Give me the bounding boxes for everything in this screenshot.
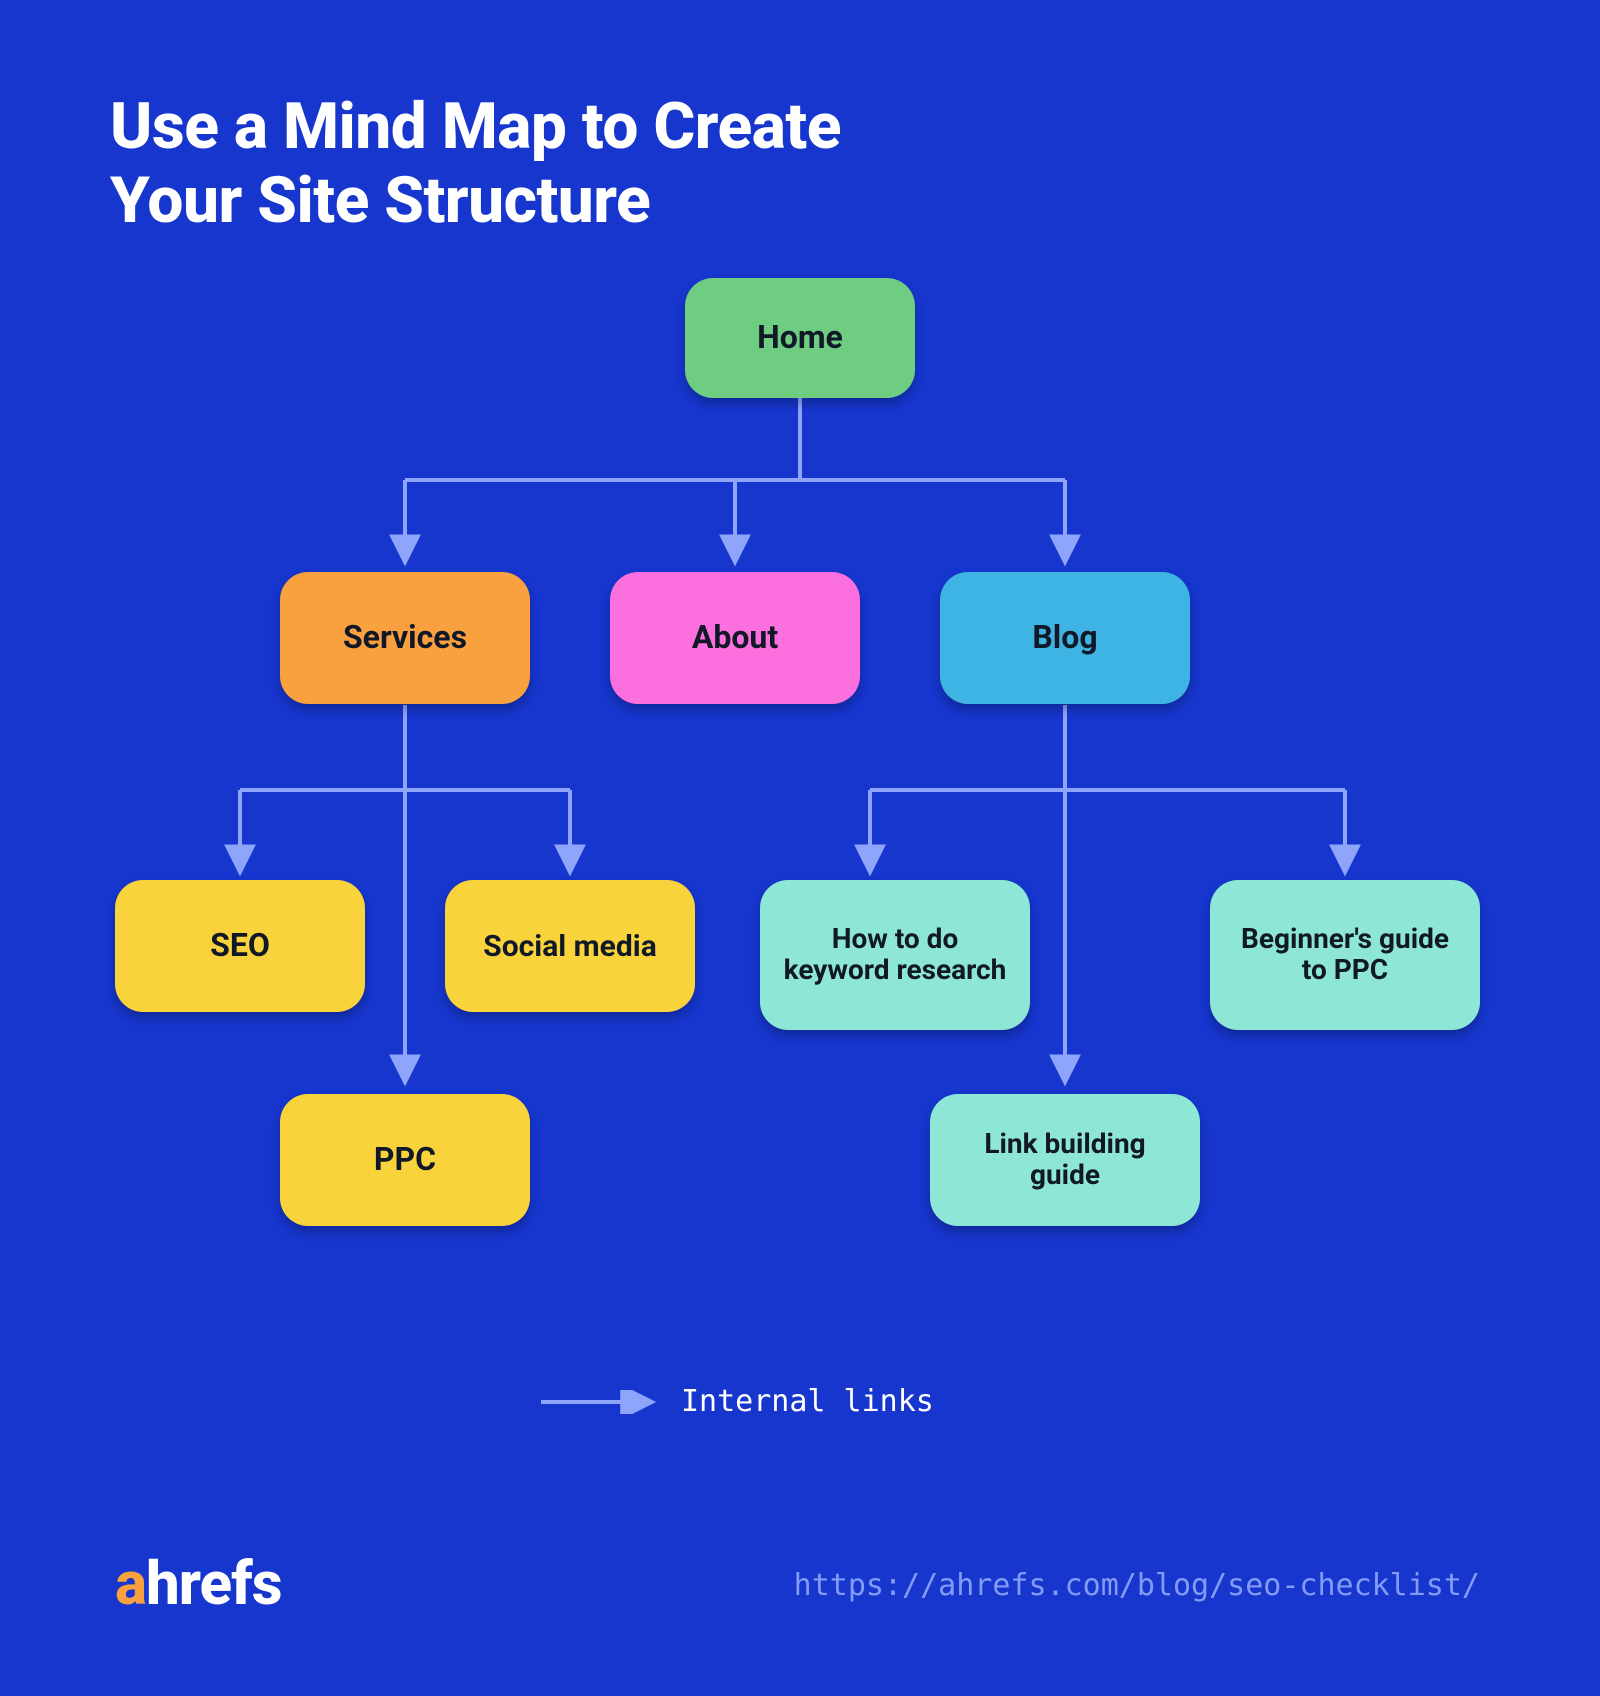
connector-lines: [0, 0, 1600, 1696]
node-ppc: PPC: [280, 1094, 530, 1226]
legend-label: Internal links: [681, 1384, 934, 1419]
node-about: About: [610, 572, 860, 704]
arrow-right-icon: [539, 1390, 659, 1414]
diagram-canvas: Use a Mind Map to Create Your Site Struc…: [0, 0, 1600, 1696]
node-blog: Blog: [940, 572, 1190, 704]
page-title: Use a Mind Map to Create Your Site Struc…: [110, 90, 841, 237]
node-home: Home: [685, 278, 915, 398]
logo-rest: hrefs: [146, 1548, 281, 1619]
node-beginners-guide: Beginner's guide to PPC: [1210, 880, 1480, 1030]
logo-a: a: [115, 1548, 146, 1619]
source-url: https://ahrefs.com/blog/seo-checklist/: [794, 1568, 1480, 1603]
node-keyword-research: How to do keyword research: [760, 880, 1030, 1030]
node-social-media: Social media: [445, 880, 695, 1012]
legend: Internal links: [539, 1384, 934, 1419]
ahrefs-logo: ahrefs: [115, 1548, 281, 1619]
node-seo: SEO: [115, 880, 365, 1012]
node-services: Services: [280, 572, 530, 704]
node-link-building: Link building guide: [930, 1094, 1200, 1226]
